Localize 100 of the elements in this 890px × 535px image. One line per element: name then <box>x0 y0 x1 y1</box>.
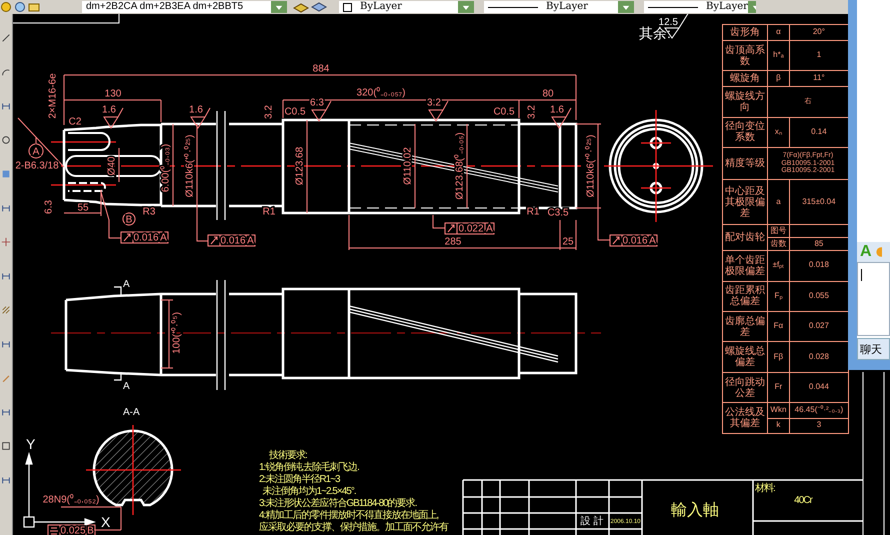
datum-label: A <box>649 236 656 247</box>
material-label: 材料: <box>755 483 775 494</box>
table-cell: Fₚ <box>768 281 790 312</box>
table-cell: 螺旋线方向 <box>722 86 768 118</box>
table-cell: 齿距累积总偏差 <box>722 281 768 312</box>
table-cell: Fα <box>768 311 790 342</box>
dimension-label: C2 <box>68 116 82 128</box>
caret-icon <box>622 4 630 10</box>
part-name: 輸入軸 <box>671 502 719 519</box>
move-icon[interactable] <box>1 236 11 248</box>
table-cell: a <box>768 180 790 225</box>
tolerance-value: 0.016 <box>220 236 246 247</box>
requirement-line: 1:锐角倒钝,去除毛刺飞边. <box>259 462 359 473</box>
table-cell: α <box>768 24 790 40</box>
designer-label: 設 計 <box>580 516 604 527</box>
table-cell: 螺旋角 <box>722 70 768 87</box>
datum-label: B <box>87 526 94 535</box>
tolerance-value: 0.016 <box>622 236 648 247</box>
dimension-label: 1.6 <box>102 104 116 116</box>
dimension-label: 884 <box>312 64 330 75</box>
grid-icon[interactable] <box>1 440 11 452</box>
roughness-value: 12.5 <box>658 17 678 28</box>
table-cell: h*ₐ <box>768 40 790 71</box>
datum-label: A <box>486 224 493 235</box>
requirement-line: 应采取必要的支撑、保护措施。加工面不允许有 <box>259 522 448 533</box>
dimension-label: 320(⁰₋₀.₀₅₇) <box>356 88 406 99</box>
material-value: 40Cr <box>794 495 812 506</box>
dimension-label: 80 <box>542 88 554 100</box>
section-mark: A <box>123 279 130 290</box>
layer-dropdown[interactable]: ByLayer <box>484 1 634 13</box>
circle-icon[interactable] <box>1 134 11 146</box>
axis-label: X <box>101 514 110 530</box>
dimension-label: Ø110k6(⁺⁰·⁰²⁵) <box>586 134 597 198</box>
dimension-label: 3.2 <box>264 105 275 119</box>
table-cell: 齿形角 <box>722 24 768 40</box>
table-cell: 径向变位系数 <box>722 117 768 148</box>
dimension-label: 100(⁺⁰·⁰⁵) <box>172 312 183 354</box>
requirement-line: 4:精加工后的零件摆放时不得直接放在地面上, <box>259 510 438 521</box>
dimension-label: 55 <box>77 202 89 214</box>
table-cell: 46.45(⁻⁰·²₋₀.₃) <box>789 402 848 418</box>
table-cell: Fβ <box>768 342 790 372</box>
table-cell: ±fₚₜ <box>768 250 790 282</box>
table-cell: Fr <box>768 372 790 403</box>
folder-icon[interactable] <box>28 1 40 13</box>
caret-icon <box>275 4 283 10</box>
dimension-label: 1.6 <box>550 104 564 116</box>
hatch-icon[interactable] <box>1 304 11 316</box>
dimension-label: Ø110.02 <box>402 147 414 185</box>
dimension-label: C0.5 <box>284 106 306 118</box>
sun-icon[interactable] <box>0 1 12 13</box>
datum-label: A <box>32 146 40 158</box>
table-cell: 精度等级 <box>722 148 768 180</box>
datum-label: A <box>247 236 254 247</box>
dimension-label: 25 <box>562 236 574 248</box>
section-mark: A <box>123 381 130 392</box>
table-cell: β <box>768 70 790 87</box>
table-cell: 齿顶高系数 <box>722 40 768 71</box>
dimension-label: 130 <box>104 88 122 100</box>
dimension-style-field[interactable]: dm+2B2CA dm+2B3EA dm+2BBT5 <box>82 1 271 13</box>
dimension-label: 2-B6.3/18 <box>15 160 59 172</box>
table-cell: 中心距及其极限偏差 <box>722 180 768 225</box>
tolerance-value: 0.025 <box>60 526 86 535</box>
section-title: A-A <box>123 407 140 418</box>
dimension-label: 1.6 <box>189 104 203 116</box>
table-cell: 单个齿距极限偏差 <box>722 250 768 282</box>
layer-dropdown[interactable]: ByLayer <box>339 1 474 13</box>
dropdown-button[interactable] <box>271 1 287 13</box>
dimension-label: 2×M16-6e <box>48 73 59 119</box>
table-cell: 公法线及其偏差 <box>722 402 768 434</box>
tolerance-value: 0.016 <box>133 232 159 244</box>
table-cell: 齿数 <box>768 238 790 251</box>
globe-icon[interactable] <box>14 1 26 13</box>
dimension-label: Ø123.68 <box>294 146 306 186</box>
requirement-line: 2:未注圆角半径R1~3 <box>259 474 340 485</box>
dimension-label: 6.00(⁰₋₀.₀₃) <box>160 144 172 192</box>
line-icon[interactable] <box>1 32 11 44</box>
table-cell: 0.044 <box>789 372 848 403</box>
table-cell: Wkn <box>768 402 790 418</box>
dimension-label: C3.5 <box>547 208 569 219</box>
layer-dropdown[interactable]: ByLayer <box>644 1 756 13</box>
message-input-field[interactable] <box>857 262 890 336</box>
tolerance-value: 0.022 <box>458 224 484 235</box>
table-cell: 图号 <box>768 224 790 238</box>
requirement-line: 未注倒角均为1~2.5×45°. <box>262 486 356 497</box>
table-cell: k <box>768 418 790 434</box>
datum-label: B <box>126 214 132 226</box>
roughness-note: 其余: <box>639 25 671 41</box>
layers-icon[interactable] <box>293 1 309 13</box>
table-cell: xₙ <box>768 117 790 148</box>
datum-label: A <box>160 232 167 244</box>
dimension-label: Ø40 <box>106 156 118 176</box>
dimension-label: 6.3 <box>310 98 324 109</box>
chat-button[interactable]: 聊天 <box>857 338 890 360</box>
layers-icon[interactable] <box>311 1 327 13</box>
table-cell: 齿廓总偏差 <box>722 311 768 342</box>
dimension-label: R1 <box>262 206 276 218</box>
axis-label: Y <box>26 436 36 452</box>
table-cell: 配对齿轮 <box>722 224 768 251</box>
dimension-label: R1 <box>526 206 540 218</box>
requirement-line: 3:未注形状公差应符合GB1184-80的要求. <box>259 498 417 509</box>
